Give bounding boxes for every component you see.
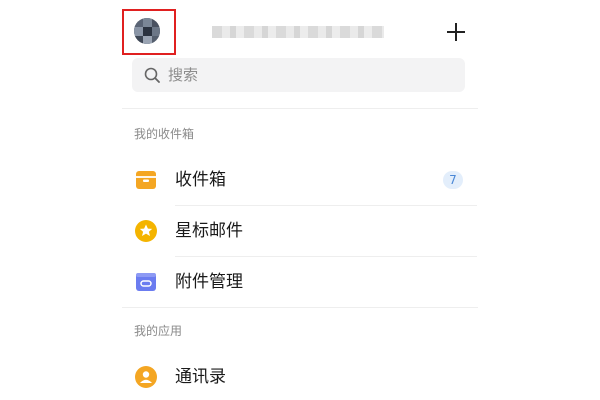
contacts-icon [135, 366, 157, 388]
section-title-mailbox: 我的收件箱 [134, 127, 195, 141]
item-label: 星标邮件 [175, 221, 243, 241]
unread-count-badge: 7 [443, 171, 463, 189]
list-item-contacts[interactable]: 通讯录 [132, 355, 477, 399]
list-item-inbox[interactable]: 收件箱 7 [132, 158, 477, 202]
account-name-blurred [212, 26, 384, 38]
divider [122, 108, 478, 109]
item-label: 附件管理 [175, 272, 243, 292]
search-input[interactable] [168, 58, 448, 92]
section-title-apps: 我的应用 [134, 324, 183, 338]
list-item-starred[interactable]: 星标邮件 [132, 209, 477, 253]
divider [175, 256, 477, 257]
inbox-icon [136, 171, 156, 189]
search-icon [144, 67, 160, 83]
add-button[interactable] [444, 20, 468, 44]
mail-app-screen: 我的收件箱 收件箱 7 星标邮件 附件管理 我的应用 [0, 0, 600, 400]
item-label: 通讯录 [175, 367, 226, 387]
item-label: 收件箱 [175, 170, 226, 190]
divider [122, 307, 478, 308]
attachment-folder-icon [136, 273, 156, 291]
list-item-attachments[interactable]: 附件管理 [132, 260, 477, 304]
avatar[interactable] [134, 18, 160, 44]
divider [175, 205, 477, 206]
search-bar[interactable] [132, 58, 465, 92]
star-icon [135, 220, 157, 242]
